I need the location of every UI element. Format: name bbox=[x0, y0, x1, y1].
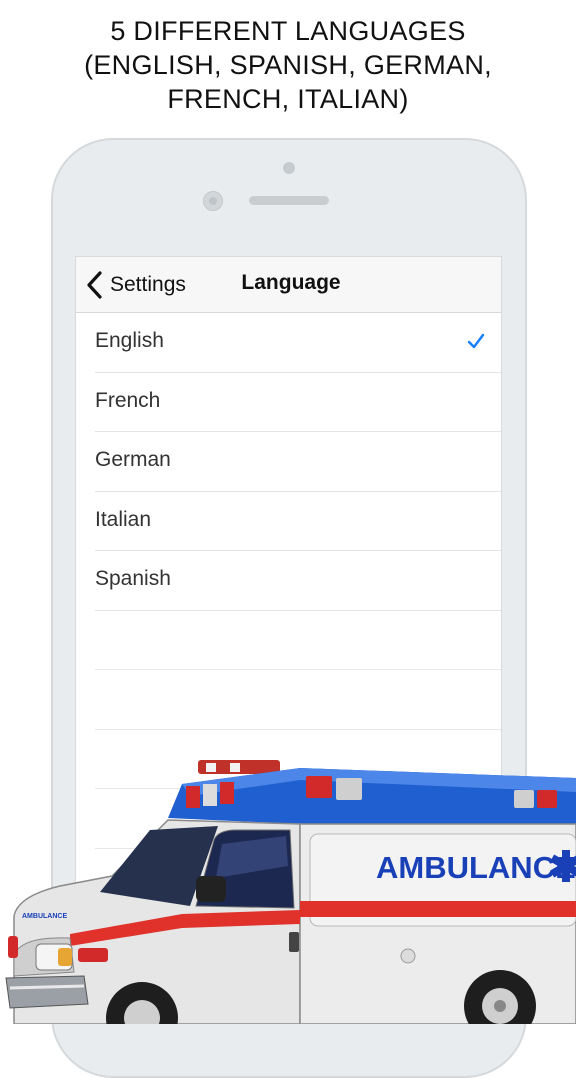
language-label: French bbox=[95, 388, 161, 412]
language-row-italian[interactable]: Italian bbox=[76, 492, 501, 552]
navigation-bar: Settings Language bbox=[76, 257, 501, 313]
language-row-french[interactable]: French bbox=[76, 373, 501, 433]
proximity-sensor bbox=[283, 162, 295, 174]
language-label: Spanish bbox=[95, 567, 171, 590]
language-label: Italian bbox=[95, 507, 152, 531]
promo-headline: 5 DIFFERENT LANGUAGES (ENGLISH, SPANISH,… bbox=[0, 14, 576, 116]
headline-line-3: FRENCH, ITALIAN) bbox=[167, 84, 409, 114]
checkmark-icon bbox=[467, 333, 485, 349]
page-title: Language bbox=[241, 271, 341, 294]
empty-row bbox=[76, 670, 501, 730]
ambulance-text: AMBULANCE bbox=[376, 850, 576, 885]
front-bumper bbox=[5, 975, 89, 1009]
language-row-english[interactable]: English bbox=[76, 313, 501, 373]
hood-ambulance-text: AMBULANCE bbox=[22, 913, 67, 920]
language-label: English bbox=[95, 329, 164, 352]
headline-line-2: (ENGLISH, SPANISH, GERMAN, bbox=[84, 50, 492, 80]
front-camera bbox=[203, 191, 223, 211]
earpiece-speaker bbox=[249, 196, 329, 205]
language-row-german[interactable]: German bbox=[76, 432, 501, 492]
empty-row bbox=[76, 611, 501, 671]
language-row-spanish[interactable]: Spanish bbox=[76, 551, 501, 611]
side-mirror bbox=[196, 876, 226, 902]
ambulance-illustration: AMBULANCE AMBULANCE bbox=[5, 760, 576, 1024]
language-label: German bbox=[95, 448, 171, 471]
headline-line-1: 5 DIFFERENT LANGUAGES bbox=[110, 16, 466, 46]
